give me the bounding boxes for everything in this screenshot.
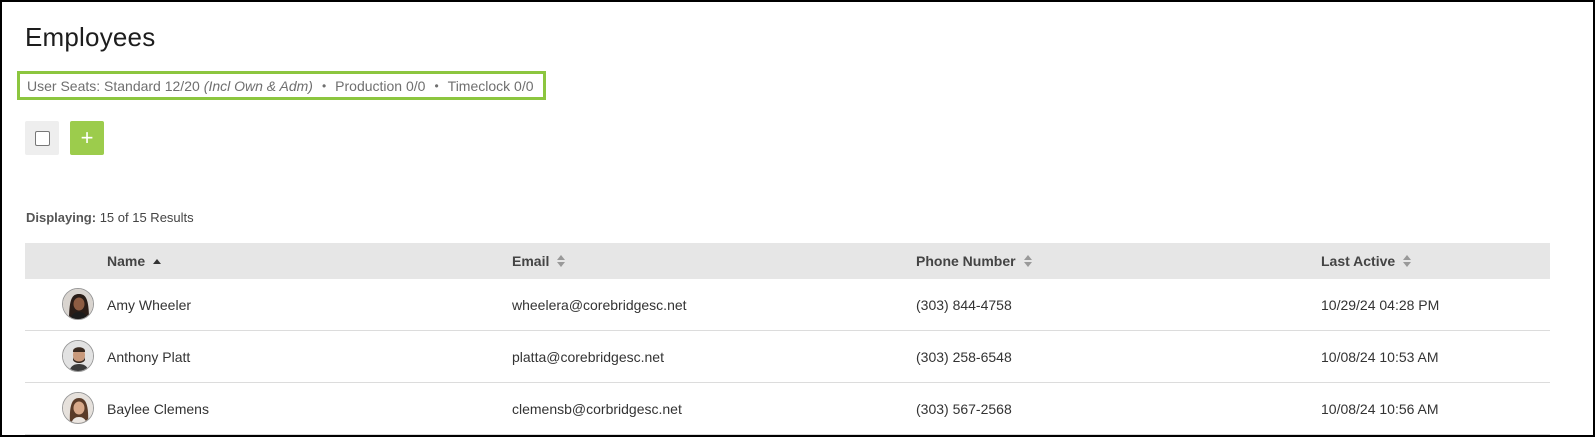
checkbox-icon bbox=[34, 130, 50, 146]
employee-email: wheelera@corebridgesc.net bbox=[512, 296, 687, 313]
table-row[interactable]: Anthony Platt platta@corebridgesc.net (3… bbox=[25, 331, 1550, 383]
avatar bbox=[62, 392, 94, 424]
sort-both-icon bbox=[556, 254, 566, 268]
sort-both-icon bbox=[1402, 254, 1412, 268]
sort-both-icon bbox=[1023, 254, 1033, 268]
employee-last-active: 10/29/24 04:28 PM bbox=[1321, 296, 1440, 313]
seats-standard: User Seats: Standard 12/20 bbox=[27, 77, 200, 94]
table-header: Name Email Phone Number Last Active bbox=[25, 243, 1550, 279]
seats-standard-note: (Incl Own & Adm) bbox=[203, 77, 313, 94]
avatar bbox=[62, 340, 94, 372]
add-employee-button[interactable]: + bbox=[70, 121, 104, 155]
sort-ascending-icon bbox=[152, 257, 162, 265]
column-label: Phone Number bbox=[916, 253, 1016, 269]
employee-email: platta@corebridgesc.net bbox=[512, 348, 664, 365]
seats-production: Production 0/0 bbox=[335, 77, 426, 94]
page-title: Employees bbox=[25, 22, 156, 52]
employee-name[interactable]: Anthony Platt bbox=[107, 331, 190, 382]
results-label: Displaying: bbox=[26, 210, 97, 225]
column-label: Last Active bbox=[1321, 253, 1396, 269]
seats-separator: • bbox=[321, 78, 327, 93]
seats-timeclock: Timeclock 0/0 bbox=[447, 77, 534, 94]
employee-name[interactable]: Amy Wheeler bbox=[107, 279, 191, 330]
column-header-last-active[interactable]: Last Active bbox=[1321, 243, 1412, 279]
employee-phone: (303) 567-2568 bbox=[916, 400, 1012, 417]
employee-email: clemensb@corbridgesc.net bbox=[512, 400, 682, 417]
employee-phone: (303) 844-4758 bbox=[916, 296, 1012, 313]
app-frame: Employees User Seats: Standard 12/20 (In… bbox=[0, 0, 1595, 437]
column-header-email[interactable]: Email bbox=[512, 243, 566, 279]
column-header-phone[interactable]: Phone Number bbox=[916, 243, 1033, 279]
seats-separator: • bbox=[434, 78, 439, 93]
column-label: Name bbox=[107, 253, 146, 269]
employee-phone: (303) 258-6548 bbox=[916, 348, 1012, 365]
table-row[interactable]: Baylee Clemens clemensb@corbridgesc.net … bbox=[25, 383, 1550, 435]
column-header-name[interactable]: Name bbox=[107, 243, 162, 279]
avatar bbox=[62, 288, 94, 320]
results-count: Displaying: 15 of 15 Results bbox=[26, 210, 194, 225]
employee-name[interactable]: Baylee Clemens bbox=[107, 383, 209, 434]
employees-table: Name Email Phone Number Last Active Amy … bbox=[25, 243, 1550, 435]
select-all-checkbox[interactable] bbox=[25, 121, 59, 155]
employee-last-active: 10/08/24 10:56 AM bbox=[1321, 400, 1439, 417]
user-seats-summary: User Seats: Standard 12/20 (Incl Own & A… bbox=[17, 71, 546, 100]
column-label: Email bbox=[512, 253, 550, 269]
employee-last-active: 10/08/24 10:53 AM bbox=[1321, 348, 1439, 365]
results-text: 15 of 15 Results bbox=[99, 210, 194, 225]
table-row[interactable]: Amy Wheeler wheelera@corebridgesc.net (3… bbox=[25, 279, 1550, 331]
